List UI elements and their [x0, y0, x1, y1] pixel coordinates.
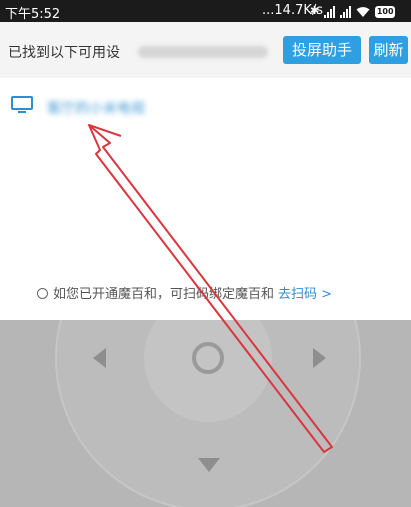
status-bar: 下午5:52 ...14.7K/s ✱ 100	[0, 0, 411, 22]
device-name: 客厅的小米电视	[47, 101, 145, 117]
scan-link[interactable]: 去扫码 >	[278, 287, 332, 302]
magic-box-text: 如您已开通魔百和，可扫码绑定魔百和	[53, 287, 275, 302]
wifi-icon	[356, 7, 370, 17]
header: 已找到以下可用设 投屏助手 刷新	[0, 22, 411, 78]
cast-helper-button[interactable]: 投屏助手	[283, 36, 361, 64]
magic-box-prompt: 如您已开通魔百和，可扫码绑定魔百和 去扫码 >	[37, 283, 332, 302]
tv-icon	[11, 96, 33, 113]
circle-icon	[37, 288, 48, 299]
battery-icon: 100	[375, 6, 396, 18]
status-icons: ✱ 100	[310, 4, 396, 18]
blurred-network-name	[138, 46, 268, 58]
refresh-button[interactable]: 刷新	[369, 36, 408, 64]
device-list-item[interactable]: 客厅的小米电视	[0, 78, 411, 128]
signal-icon	[324, 6, 336, 18]
found-devices-label: 已找到以下可用设	[8, 45, 120, 61]
remote-dpad	[55, 320, 361, 507]
remote-control-area	[0, 320, 411, 507]
bluetooth-icon: ✱	[310, 4, 320, 17]
signal-icon-secondary	[340, 6, 352, 18]
status-time: 下午5:52	[5, 7, 61, 22]
